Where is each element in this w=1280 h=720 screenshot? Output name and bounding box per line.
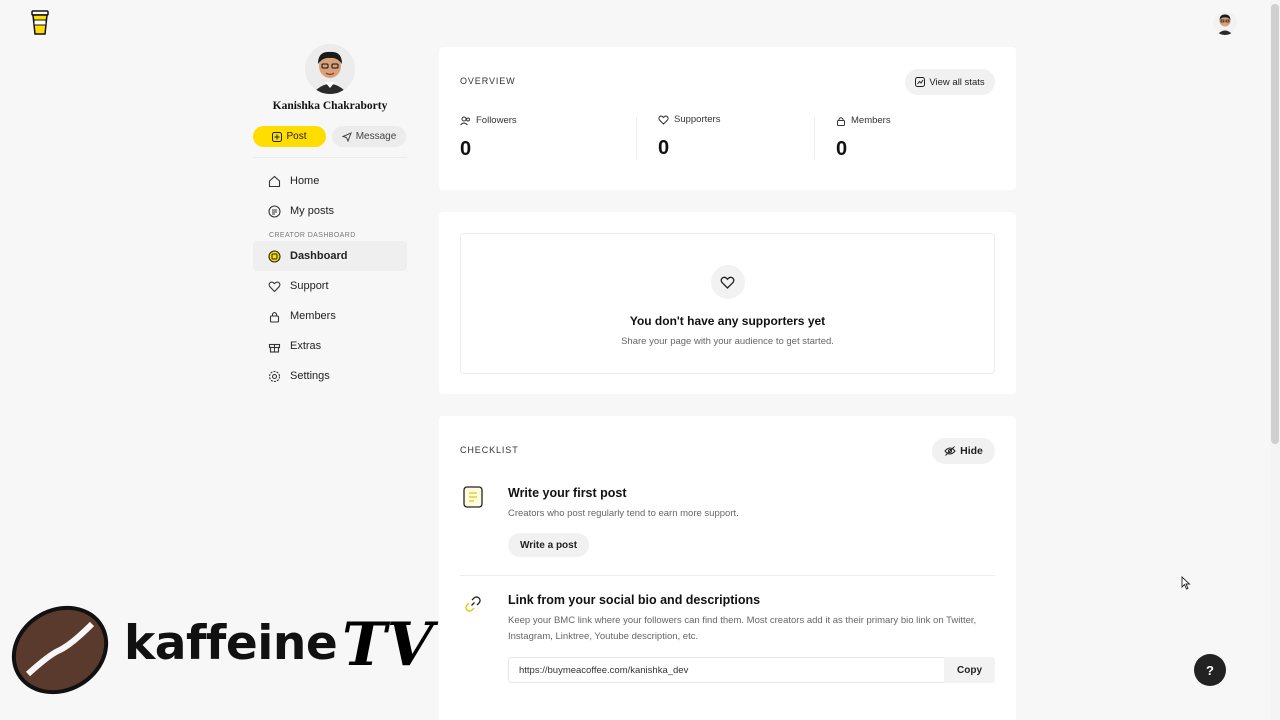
stat-divider [636, 117, 637, 159]
scrollbar-thumb[interactable] [1271, 4, 1279, 444]
sidebar-item-label: Dashboard [290, 250, 348, 262]
empty-state-subtitle: Share your page with your audience to ge… [621, 336, 834, 347]
sidebar: Kanishka Chakraborty Post Message Home M… [253, 44, 407, 391]
checklist-title: CHECKLIST [460, 445, 519, 455]
gear-icon [268, 370, 281, 383]
followers-label: Followers [476, 115, 517, 126]
sidebar-item-settings[interactable]: Settings [253, 361, 407, 391]
mouse-cursor-icon [1181, 575, 1191, 595]
creator-dashboard-section-label: CREATOR DASHBOARD [269, 232, 356, 239]
watermark-tv: TV [342, 610, 434, 680]
copy-link-button[interactable]: Copy [944, 657, 995, 683]
followers-stat: Followers 0 [460, 115, 517, 161]
checklist-item-title: Write your first post [508, 486, 627, 500]
supporters-stat: Supporters 0 [658, 114, 720, 160]
plus-square-icon [272, 131, 283, 142]
sidebar-item-label: Settings [290, 370, 330, 382]
post-button-label: Post [286, 131, 307, 142]
chart-icon [915, 77, 926, 87]
profile-actions: Post Message [253, 126, 407, 147]
page-link-field[interactable]: https://buymeacoffee.com/kanishka_dev [508, 657, 945, 683]
sidebar-item-label: Support [290, 280, 329, 292]
members-stat: Members 0 [836, 115, 891, 161]
account-avatar[interactable] [1213, 11, 1237, 35]
kaffeine-tv-watermark: kaffeine TV [10, 604, 440, 696]
sidebar-item-label: Members [290, 310, 336, 322]
profile-avatar[interactable] [305, 44, 355, 94]
eye-off-icon [944, 446, 956, 456]
members-count: 0 [836, 138, 848, 160]
posts-icon [268, 204, 281, 218]
document-icon [460, 484, 486, 510]
supporters-label: Supporters [674, 114, 721, 125]
heart-icon [268, 280, 281, 293]
message-button-label: Message [355, 131, 397, 142]
lock-icon [837, 116, 845, 126]
supporters-card: You don't have any supporters yet Share … [439, 212, 1016, 394]
overview-title: OVERVIEW [460, 76, 516, 86]
members-label: Members [851, 115, 891, 126]
stat-divider [814, 117, 815, 159]
supporters-empty-state: You don't have any supporters yet Share … [460, 233, 995, 374]
checklist-item-description: Creators who post regularly tend to earn… [508, 508, 739, 519]
hide-label: Hide [960, 445, 983, 457]
coffee-bean-icon [11, 605, 109, 695]
checklist-item-description: Keep your BMC link where your followers … [508, 615, 977, 642]
followers-icon [460, 116, 470, 125]
view-all-stats-label: View all stats [929, 76, 985, 88]
lock-icon [268, 310, 281, 323]
sidebar-item-label: Extras [290, 340, 322, 352]
write-a-post-button[interactable]: Write a post [508, 533, 590, 557]
sidebar-item-dashboard[interactable]: Dashboard [253, 241, 407, 271]
link-icon [460, 591, 486, 617]
home-icon [268, 175, 281, 188]
heart-icon [710, 265, 745, 299]
sidebar-item-home[interactable]: Home [253, 166, 407, 196]
send-icon [341, 131, 352, 142]
followers-count: 0 [460, 138, 472, 160]
checklist-divider [460, 575, 995, 576]
message-button[interactable]: Message [332, 126, 406, 147]
post-button[interactable]: Post [253, 126, 326, 147]
sidebar-item-support[interactable]: Support [253, 271, 407, 301]
sidebar-item-label: Home [290, 175, 320, 187]
hide-checklist-button[interactable]: Hide [932, 438, 995, 464]
sidebar-divider [253, 157, 407, 158]
watermark-text: kaffeine [124, 616, 338, 671]
heart-icon [658, 115, 669, 125]
sidebar-item-label: My posts [290, 205, 335, 217]
checklist-card: CHECKLIST Hide Write your first post Cre… [439, 416, 1016, 720]
empty-state-title: You don't have any supporters yet [629, 314, 826, 328]
sidebar-item-extras[interactable]: Extras [253, 331, 407, 361]
help-button[interactable]: ? [1194, 654, 1226, 686]
dashboard-icon [268, 249, 281, 263]
profile-name: Kanishka Chakraborty [272, 100, 388, 112]
bmc-logo-icon[interactable] [30, 10, 50, 36]
checklist-item-title: Link from your social bio and descriptio… [508, 593, 761, 607]
view-all-stats-button[interactable]: View all stats [905, 69, 995, 95]
sidebar-item-my-posts[interactable]: My posts [253, 196, 407, 226]
supporters-count: 0 [658, 137, 670, 159]
overview-card: OVERVIEW View all stats Followers 0 Supp… [439, 47, 1016, 190]
gift-icon [268, 340, 281, 353]
sidebar-item-members[interactable]: Members [253, 301, 407, 331]
